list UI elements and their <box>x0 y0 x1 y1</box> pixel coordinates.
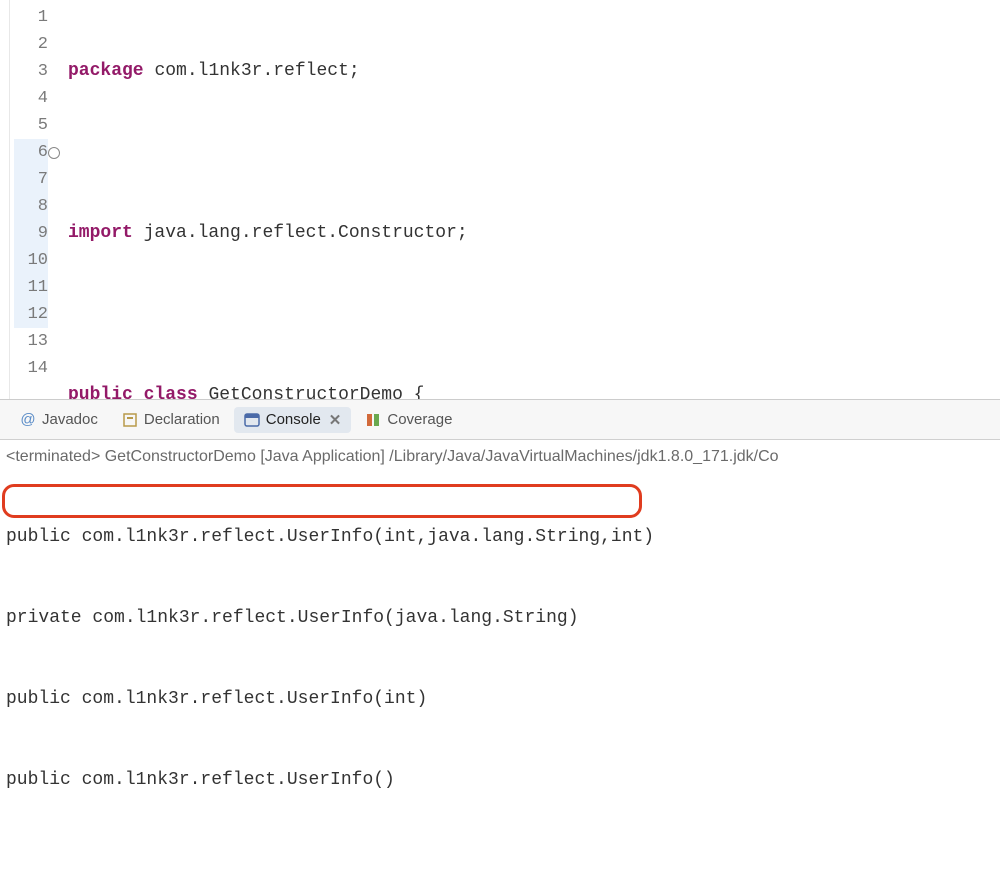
bottom-tab-bar: @ Javadoc Declaration Console ✕ Coverage <box>0 400 1000 440</box>
ln-11: 11 <box>14 274 48 301</box>
ln-6: 6 <box>14 139 48 166</box>
tab-declaration[interactable]: Declaration <box>112 407 230 432</box>
code-line-1[interactable]: package com.l1nk3r.reflect; <box>68 58 1000 85</box>
console-panel: <terminated> GetConstructorDemo [Java Ap… <box>0 440 1000 883</box>
code-area[interactable]: package com.l1nk3r.reflect; import java.… <box>54 0 1000 399</box>
declaration-icon <box>122 412 138 428</box>
ln-2: 2 <box>14 31 48 58</box>
coverage-icon <box>365 412 381 428</box>
ln-9: 9 <box>14 220 48 247</box>
tab-console[interactable]: Console ✕ <box>234 407 352 433</box>
left-gutter <box>0 0 10 399</box>
ln-14: 14 <box>14 355 48 382</box>
code-line-5[interactable]: public class GetConstructorDemo { <box>68 382 1000 400</box>
output-line-4: public com.l1nk3r.reflect.UserInfo() <box>6 767 992 794</box>
code-editor[interactable]: 1 2 3 4 5 6 7 8 9 10 11 12 13 14 package… <box>0 0 1000 400</box>
output-line-1: public com.l1nk3r.reflect.UserInfo(int,j… <box>6 524 992 551</box>
console-status: <terminated> GetConstructorDemo [Java Ap… <box>6 444 992 470</box>
line-numbers: 1 2 3 4 5 6 7 8 9 10 11 12 13 14 <box>10 0 54 399</box>
code-line-3[interactable]: import java.lang.reflect.Constructor; <box>68 220 1000 247</box>
kw-public: public <box>68 385 133 400</box>
tab-label: Declaration <box>144 411 220 428</box>
pkg-name: com.l1nk3r.reflect; <box>154 61 359 81</box>
tab-label: Coverage <box>387 411 452 428</box>
kw-import: import <box>68 223 133 243</box>
ln-13: 13 <box>14 328 48 355</box>
ln-1: 1 <box>14 4 48 31</box>
annotation-box-output <box>2 484 642 518</box>
output-line-3: public com.l1nk3r.reflect.UserInfo(int) <box>6 686 992 713</box>
ln-3: 3 <box>14 58 48 85</box>
javadoc-icon: @ <box>20 412 36 428</box>
code-line-4[interactable] <box>68 301 1000 328</box>
tab-label: Javadoc <box>42 411 98 428</box>
ln-8: 8 <box>14 193 48 220</box>
tab-javadoc[interactable]: @ Javadoc <box>10 407 108 432</box>
console-icon <box>244 412 260 428</box>
ln-5: 5 <box>14 112 48 139</box>
kw-package: package <box>68 61 144 81</box>
ln-10: 10 <box>14 247 48 274</box>
close-icon[interactable]: ✕ <box>329 411 342 429</box>
ln-12: 12 <box>14 301 48 328</box>
console-output[interactable]: public com.l1nk3r.reflect.UserInfo(int,j… <box>6 470 992 875</box>
tab-label: Console <box>266 411 321 428</box>
tab-coverage[interactable]: Coverage <box>355 407 462 432</box>
output-line-2: private com.l1nk3r.reflect.UserInfo(java… <box>6 605 992 632</box>
ln-4: 4 <box>14 85 48 112</box>
kw-class: class <box>144 385 198 400</box>
ln-7: 7 <box>14 166 48 193</box>
code-line-2[interactable] <box>68 139 1000 166</box>
import-name: java.lang.reflect.Constructor; <box>144 223 468 243</box>
class-name: GetConstructorDemo { <box>208 385 424 400</box>
